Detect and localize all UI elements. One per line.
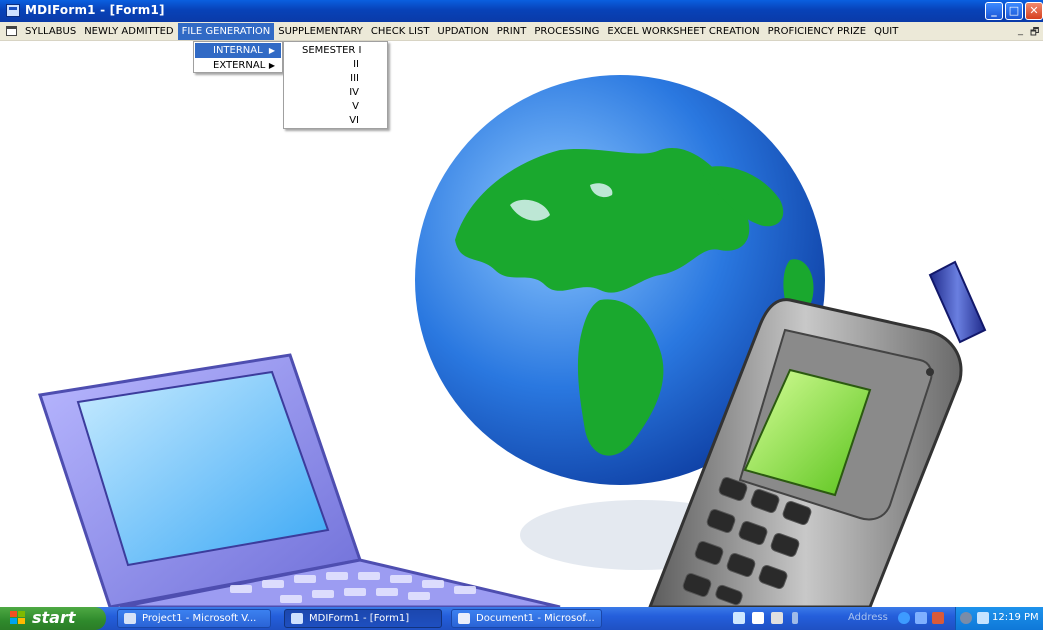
menu-external-label: EXTERNAL: [213, 60, 266, 71]
taskbar: start Project1 - Microsoft V... MDIForm1…: [0, 607, 1043, 630]
windows-logo-icon: [10, 611, 26, 625]
task-label: Document1 - Microsof...: [476, 613, 595, 624]
mdi-child-icon[interactable]: [6, 26, 17, 36]
taskbar-button-document1[interactable]: Document1 - Microsof...: [451, 609, 602, 628]
settings-icon[interactable]: [960, 612, 972, 624]
task-label: Project1 - Microsoft V...: [142, 613, 257, 624]
menu-proficiency-prize[interactable]: PROFICIENCY PRIZE: [764, 23, 870, 40]
mdi-restore-button[interactable]: 🗗: [1030, 25, 1039, 42]
menu-internal[interactable]: INTERNAL ▶: [195, 43, 281, 58]
vb-project-icon: [124, 613, 136, 624]
antivirus-icon[interactable]: [932, 612, 944, 624]
clipart-laptop-globe-phone: [38, 75, 987, 607]
keyboard-icon[interactable]: [752, 612, 764, 624]
menu-semester-v[interactable]: V: [284, 100, 387, 114]
submenu-arrow-icon: ▶: [268, 46, 275, 55]
menu-print[interactable]: PRINT: [493, 23, 531, 40]
maximize-button[interactable]: □: [1005, 2, 1023, 20]
start-label: start: [32, 608, 76, 627]
close-button[interactable]: ✕: [1025, 2, 1043, 20]
title-bar: MDIForm1 - [Form1] _ □ ✕: [0, 0, 1043, 22]
menu-updation[interactable]: UPDATION: [433, 23, 492, 40]
minimize-button[interactable]: _: [985, 2, 1003, 20]
taskbar-button-project1[interactable]: Project1 - Microsoft V...: [117, 609, 271, 628]
submenu-arrow-icon: ▶: [268, 61, 275, 70]
form-app-icon[interactable]: [6, 4, 20, 17]
menu-file-generation[interactable]: FILE GENERATION: [177, 23, 275, 40]
menu-semester-i[interactable]: SEMESTER I: [284, 44, 387, 58]
menu-semester-iv[interactable]: IV: [284, 86, 387, 100]
menu-processing[interactable]: PROCESSING: [530, 23, 603, 40]
menu-excel-worksheet-creation[interactable]: EXCEL WORKSHEET CREATION: [603, 23, 763, 40]
form-icon: [291, 613, 303, 624]
pen-tool-icon[interactable]: [733, 612, 745, 624]
menu-external[interactable]: EXTERNAL ▶: [195, 58, 281, 73]
language-bar-icon[interactable]: [792, 612, 798, 624]
address-label: Address: [848, 612, 888, 623]
start-button[interactable]: start: [0, 607, 106, 630]
menu-supplementary[interactable]: SUPPLEMENTARY: [274, 23, 367, 40]
menu-semester-vi[interactable]: VI: [284, 114, 387, 128]
word-document-icon: [458, 613, 470, 624]
network-icon[interactable]: [915, 612, 927, 624]
menu-semester-ii[interactable]: II: [284, 58, 387, 72]
menu-internal-label: INTERNAL: [213, 45, 263, 56]
help-icon[interactable]: [771, 612, 783, 624]
menu-semester-iii[interactable]: III: [284, 72, 387, 86]
menu-check-list[interactable]: CHECK LIST: [367, 23, 434, 40]
window-title: MDIForm1 - [Form1]: [25, 3, 165, 17]
file-generation-dropdown: INTERNAL ▶ EXTERNAL ▶: [193, 41, 283, 73]
mdi-minimize-button[interactable]: _: [1018, 25, 1023, 36]
menu-quit[interactable]: QUIT: [870, 23, 902, 40]
internal-submenu: SEMESTER I II III IV V VI: [283, 41, 388, 129]
taskbar-button-mdiform1[interactable]: MDIForm1 - [Form1]: [284, 609, 442, 628]
menu-list: SYLLABUS NEWLY ADMITTED FILE GENERATION …: [21, 22, 902, 41]
menu-syllabus[interactable]: SYLLABUS: [21, 23, 80, 40]
system-tray: Address 12:19 PM: [720, 607, 1043, 630]
menu-bar: SYLLABUS NEWLY ADMITTED FILE GENERATION …: [0, 22, 1043, 41]
menu-newly-admitted[interactable]: NEWLY ADMITTED: [80, 23, 177, 40]
form-background-image: [0, 41, 1043, 607]
task-label: MDIForm1 - [Form1]: [309, 613, 410, 624]
system-clock[interactable]: 12:19 PM: [992, 612, 1039, 623]
back-arrow-icon[interactable]: [898, 612, 910, 624]
monitor-icon[interactable]: [977, 612, 989, 624]
